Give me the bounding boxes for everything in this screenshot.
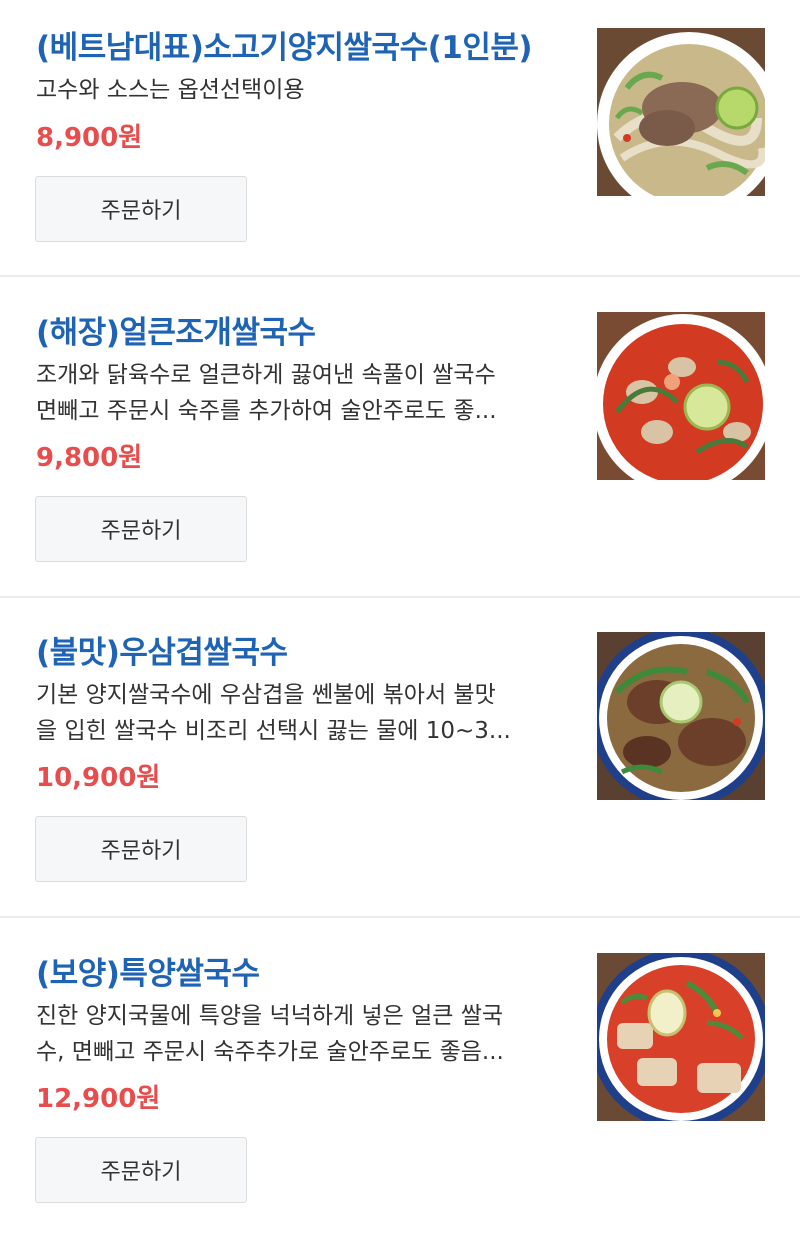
order-button[interactable]: 주문하기 [35,1137,247,1203]
menu-item-title[interactable]: (해장)얼큰조개쌀국수 [36,307,316,352]
description-line: 을 입힌 쌀국수 비조리 선택시 끓는 물에 10~3... [36,718,511,744]
menu-item-photo[interactable] [597,28,765,196]
description-line: 기본 양지쌀국수에 우삼겹을 쎈불에 볶아서 불맛 [36,682,496,708]
divider [0,916,800,918]
order-button[interactable]: 주문하기 [35,816,247,882]
menu-item[interactable]: (보양)특양쌀국수 진한 양지국물에 특양을 넉넉하게 넣은 얼큰 쌀국 수, … [0,926,800,1246]
divider [0,596,800,598]
description-line: 진한 양지국물에 특양을 넉넉하게 넣은 얼큰 쌀국 [36,1003,504,1029]
order-button[interactable]: 주문하기 [35,176,247,242]
menu-item-photo[interactable] [597,312,765,480]
menu-item-price: 8,900원 [36,123,143,153]
menu-item-title[interactable]: (베트남대표)소고기양지쌀국수(1인분) [36,22,533,67]
menu-item-description: 기본 양지쌀국수에 우삼겹을 쎈불에 볶아서 불맛 을 입힌 쌀국수 비조리 선… [36,677,556,749]
menu-item-title[interactable]: (불맛)우삼겹쌀국수 [36,627,288,672]
menu-item-photo[interactable] [597,953,765,1121]
description-line: 조개와 닭육수로 얼큰하게 끓여낸 속풀이 쌀국수 [36,362,496,388]
menu-item-photo[interactable] [597,632,765,800]
menu-item[interactable]: (해장)얼큰조개쌀국수 조개와 닭육수로 얼큰하게 끓여낸 속풀이 쌀국수 면빼… [0,285,800,605]
divider [0,275,800,277]
description-line: 면빼고 주문시 숙주를 추가하여 술안주로도 좋... [36,398,497,424]
menu-item-title[interactable]: (보양)특양쌀국수 [36,948,260,993]
menu-item-price: 9,800원 [36,443,143,473]
tripe-pho-bowl-icon [597,953,765,1121]
menu-item[interactable]: (불맛)우삼겹쌀국수 기본 양지쌀국수에 우삼겹을 쎈불에 볶아서 불맛 을 입… [0,605,800,925]
brisket-pho-bowl-icon [597,632,765,800]
menu-list: (베트남대표)소고기양지쌀국수(1인분) 고수와 소스는 옵션선택이용 8,90… [0,0,800,1221]
description-line: 수, 면빼고 주문시 숙주추가로 술안주로도 좋음... [36,1039,504,1065]
beef-pho-bowl-icon [597,28,765,196]
menu-item-description: 진한 양지국물에 특양을 넉넉하게 넣은 얼큰 쌀국 수, 면빼고 주문시 숙주… [36,998,556,1070]
order-button[interactable]: 주문하기 [35,496,247,562]
description-line: 고수와 소스는 옵션선택이용 [36,77,305,103]
clam-pho-bowl-icon [597,312,765,480]
menu-item-price: 10,900원 [36,763,161,793]
menu-item-description: 조개와 닭육수로 얼큰하게 끓여낸 속풀이 쌀국수 면빼고 주문시 숙주를 추가… [36,357,556,429]
menu-item[interactable]: (베트남대표)소고기양지쌀국수(1인분) 고수와 소스는 옵션선택이용 8,90… [0,0,800,320]
menu-item-price: 12,900원 [36,1084,161,1114]
menu-item-description: 고수와 소스는 옵션선택이용 [36,72,556,108]
